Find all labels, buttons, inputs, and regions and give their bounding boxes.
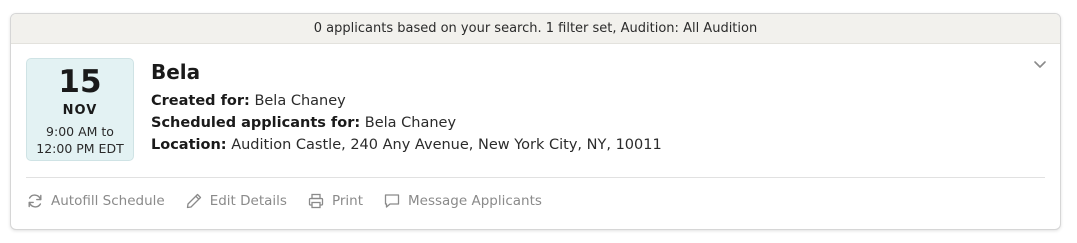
edit-details-label: Edit Details: [209, 193, 287, 209]
actions-divider: [26, 177, 1045, 178]
search-results-text: 0 applicants based on your search. 1 fil…: [313, 21, 758, 36]
event-time-end: 12:00 PM EDT: [36, 141, 124, 156]
autofill-schedule-label: Autofill Schedule: [51, 193, 165, 209]
scheduled-applicants-row: Scheduled applicants for: Bela Chaney: [151, 112, 662, 134]
created-for-row: Created for: Bela Chaney: [151, 90, 662, 112]
chat-bubble-icon: [384, 194, 400, 208]
event-date-box: 15 NOV 9:00 AM to 12:00 PM EDT: [26, 58, 134, 161]
event-details: Bela Created for: Bela Chaney Scheduled …: [151, 58, 662, 156]
edit-details-button[interactable]: Edit Details: [185, 192, 287, 210]
message-applicants-label: Message Applicants: [408, 193, 542, 209]
chevron-down-icon[interactable]: [1032, 56, 1048, 72]
print-label: Print: [331, 193, 363, 209]
location-label: Location:: [151, 137, 227, 153]
created-for-value: Bela Chaney: [254, 93, 346, 109]
search-results-banner: 0 applicants based on your search. 1 fil…: [11, 14, 1060, 44]
event-time-start: 9:00 AM to: [46, 124, 114, 139]
event-time-range: 9:00 AM to 12:00 PM EDT: [27, 123, 133, 157]
event-day: 15: [58, 64, 102, 100]
printer-icon: [308, 193, 324, 209]
message-applicants-button[interactable]: Message Applicants: [383, 192, 542, 210]
audition-event-card: 0 applicants based on your search. 1 fil…: [10, 13, 1061, 230]
event-title: Bela: [151, 60, 201, 84]
event-actions-bar: Autofill Schedule Edit Details Print Mes…: [26, 192, 542, 210]
location-row: Location: Audition Castle, 240 Any Avenu…: [151, 134, 662, 156]
autofill-schedule-button[interactable]: Autofill Schedule: [26, 192, 165, 210]
pencil-icon: [186, 193, 201, 209]
scheduled-applicants-label: Scheduled applicants for:: [151, 115, 361, 131]
print-button[interactable]: Print: [307, 192, 363, 210]
refresh-icon: [28, 194, 42, 208]
location-value: Audition Castle, 240 Any Avenue, New Yor…: [231, 137, 662, 153]
created-for-label: Created for:: [151, 93, 250, 109]
event-month: NOV: [62, 103, 98, 118]
scheduled-applicants-value: Bela Chaney: [364, 115, 457, 131]
